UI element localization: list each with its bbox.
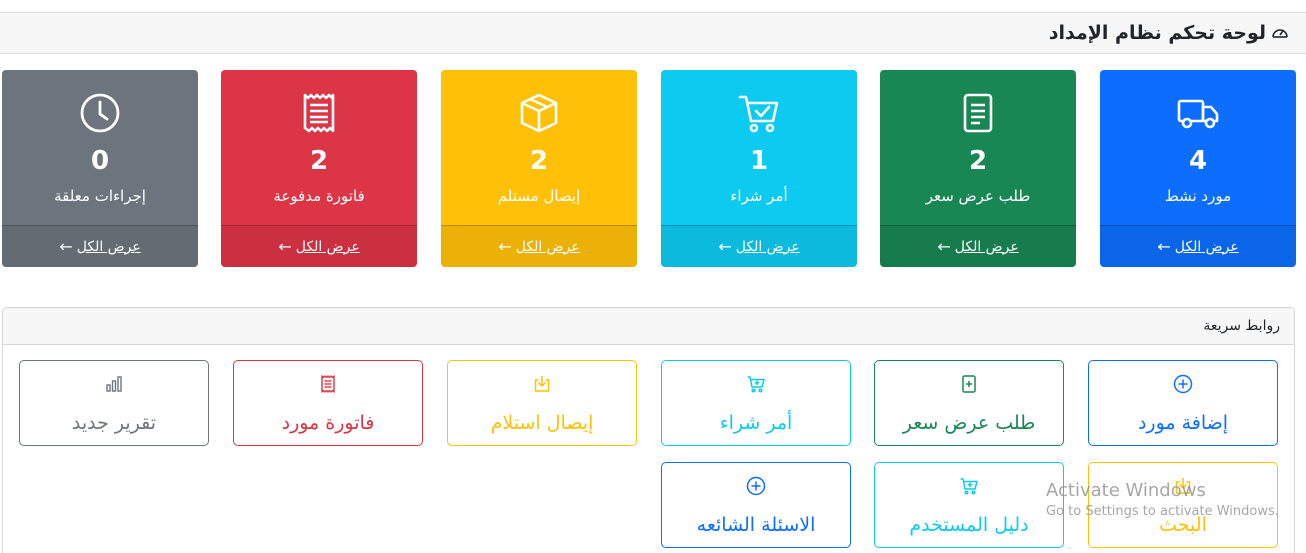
view-all-label[interactable]: عرض الكل [955,239,1019,255]
supplier-invoice-button[interactable]: فاتورة مورد [233,360,423,446]
box-arrow-in-icon [1175,478,1191,494]
arrow-left-icon: ← [718,237,732,256]
view-all-label[interactable]: عرض الكل [516,239,580,255]
stat-card-receipts: 2 إيصال مستلم عرض الكل ← [441,70,637,267]
cart-plus-icon [960,478,978,495]
button-label: البحث [1159,514,1207,536]
button-label: طلب عرض سعر [902,412,1036,434]
button-label: الاسئلة الشائعه [696,514,816,536]
page-header: لوحة تحكم نظام الإمداد [0,12,1306,54]
stat-card-pending: 0 إجراءات معلقة عرض الكل ← [2,70,198,267]
plus-circle-icon [746,476,766,496]
panel-title: روابط سريعة [1203,318,1280,334]
stat-label: إجراءات معلقة [54,187,146,205]
new-report-button[interactable]: تقرير جديد [19,360,209,446]
button-label: إضافة مورد [1137,412,1229,434]
add-supplier-button[interactable]: إضافة مورد [1088,360,1278,446]
view-all-link[interactable]: عرض الكل ← [221,225,417,267]
cart-check-icon [738,95,779,133]
file-plus-icon [962,375,976,393]
stat-count: 4 [1188,146,1208,176]
truck-icon [1177,99,1219,129]
view-all-link[interactable]: عرض الكل ← [2,225,198,267]
arrow-left-icon: ← [1157,237,1171,256]
view-all-label[interactable]: عرض الكل [77,239,141,255]
button-label: أمر شراء [719,412,793,434]
document-icon [963,93,993,133]
stat-count: 2 [309,146,329,176]
speedometer-icon [1272,29,1288,38]
arrow-left-icon: ← [498,237,512,256]
stat-card-quotes: 2 طلب عرض سعر عرض الكل ← [880,70,1076,267]
stat-label: أمر شراء [730,187,788,205]
quote-request-button[interactable]: طلب عرض سعر [874,360,1064,446]
bar-chart-icon [106,376,122,392]
arrow-left-icon: ← [59,237,73,256]
faq-button[interactable]: الاسئلة الشائعه [661,462,851,548]
view-all-link[interactable]: عرض الكل ← [880,225,1076,267]
view-all-label[interactable]: عرض الكل [296,239,360,255]
view-all-label[interactable]: عرض الكل [1175,239,1239,255]
cart-plus-icon [747,376,765,393]
button-label: دليل المستخدم [909,514,1029,536]
stat-card-purchase-orders: 1 أمر شراء عرض الكل ← [661,70,857,267]
button-label: فاتورة مورد [281,412,375,434]
stat-label: طلب عرض سعر [925,187,1031,205]
panel-header: روابط سريعة [3,308,1294,345]
receipt-icon [303,93,335,133]
purchase-order-button[interactable]: أمر شراء [661,360,851,446]
search-button[interactable]: البحث [1088,462,1278,548]
stat-label: مورد نشط [1164,187,1232,205]
button-label: تقرير جديد [71,412,157,434]
stat-card-suppliers: 4 مورد نشط عرض الكل ← [1100,70,1296,267]
plus-circle-icon [1173,374,1193,394]
view-all-link[interactable]: عرض الكل ← [1100,225,1296,267]
stat-card-invoices: 2 فاتورة مدفوعة عرض الكل ← [221,70,417,267]
stat-count: 2 [968,146,988,176]
page-title: لوحة تحكم نظام الإمداد [1048,22,1266,44]
arrow-left-icon: ← [937,237,951,256]
arrow-left-icon: ← [278,237,292,256]
button-label: إيصال استلام [490,412,594,434]
view-all-link[interactable]: عرض الكل ← [661,225,857,267]
receipt-icon [321,375,335,393]
stat-count: 2 [529,146,549,176]
stat-label: فاتورة مدفوعة [273,187,365,205]
box-icon [520,93,558,133]
stat-count: 1 [749,146,769,176]
box-arrow-in-icon [534,376,550,392]
stat-count: 0 [90,146,110,176]
clock-icon [80,93,120,133]
user-guide-button[interactable]: دليل المستخدم [874,462,1064,548]
stat-label: إيصال مستلم [497,187,581,205]
view-all-link[interactable]: عرض الكل ← [441,225,637,267]
view-all-label[interactable]: عرض الكل [736,239,800,255]
receipt-voucher-button[interactable]: إيصال استلام [447,360,637,446]
